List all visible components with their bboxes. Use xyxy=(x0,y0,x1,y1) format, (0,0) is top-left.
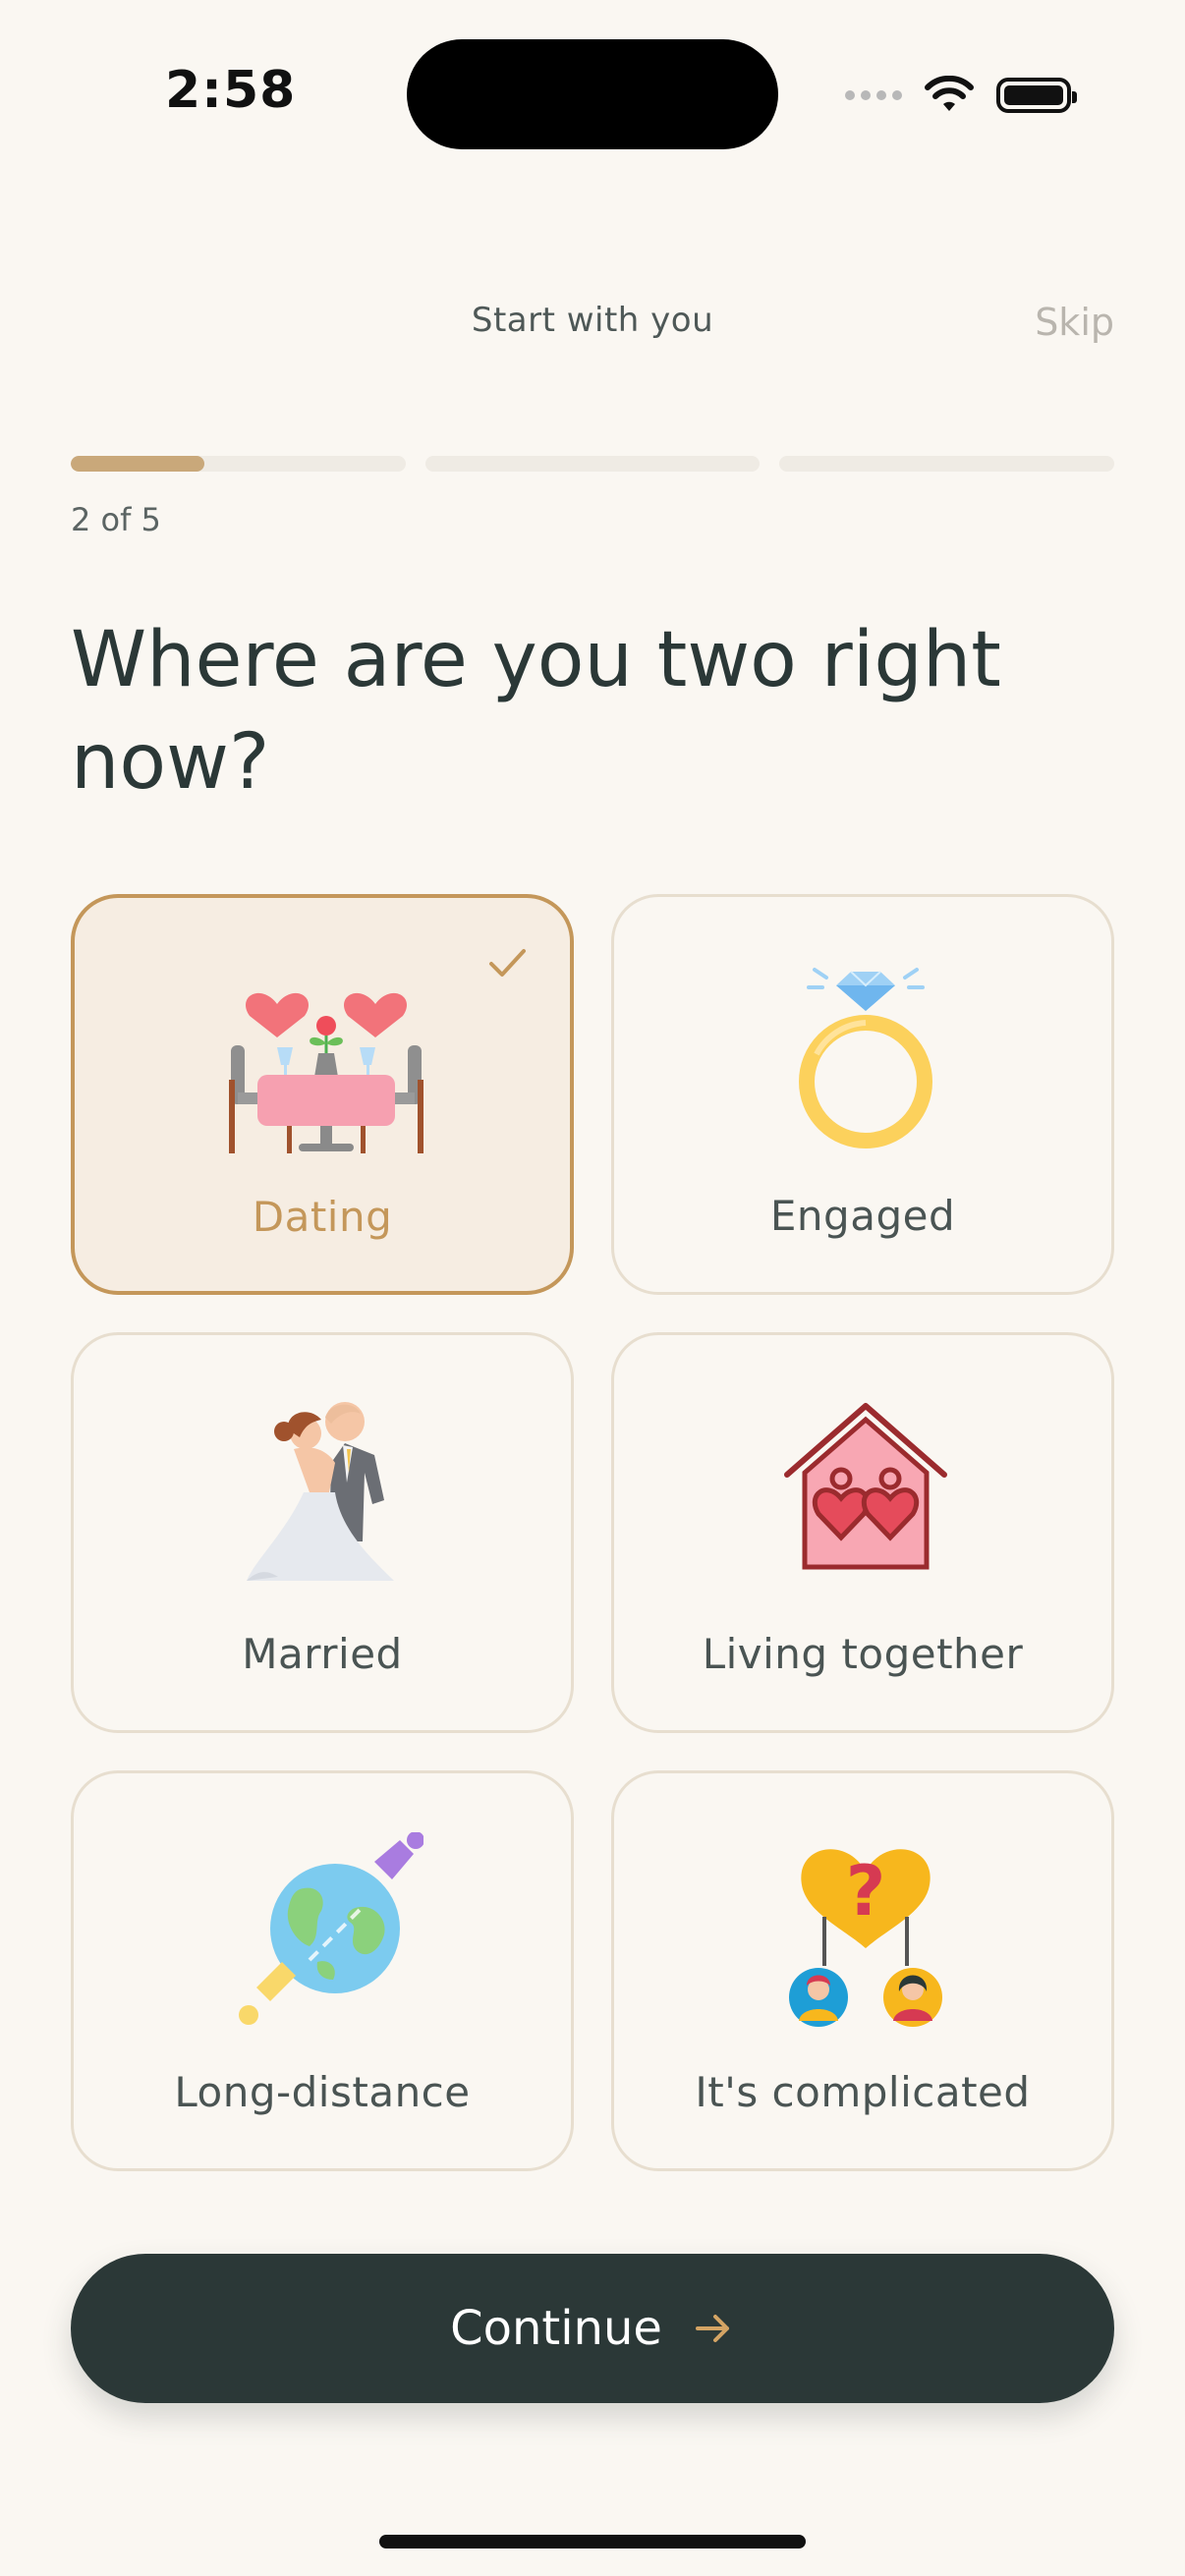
check-icon xyxy=(489,949,526,977)
continue-button[interactable]: Continue xyxy=(71,2254,1114,2403)
status-bar: 2:58 xyxy=(0,0,1185,187)
progress-bar xyxy=(71,456,1115,472)
option-label: Dating xyxy=(252,1193,393,1241)
option-label: Long-distance xyxy=(174,2068,471,2116)
dinner-date-icon xyxy=(229,992,423,1153)
option-card-married[interactable]: Married xyxy=(71,1332,574,1733)
option-card-its-complicated[interactable]: ? It's complicated xyxy=(611,1770,1114,2171)
home-indicator xyxy=(379,2535,806,2548)
progress-segment xyxy=(779,456,1115,472)
status-icons xyxy=(845,71,1077,120)
option-label: It's complicated xyxy=(695,2068,1031,2116)
question-heading: Where are you two right now? xyxy=(71,616,1001,807)
options-grid: Dating Engaged Married Living together L… xyxy=(71,894,1114,2171)
header-title: Start with you xyxy=(471,301,714,340)
dynamic-island xyxy=(407,39,778,149)
wedding-couple-icon xyxy=(247,1402,394,1581)
option-label: Married xyxy=(242,1630,403,1678)
status-time: 2:58 xyxy=(165,61,297,120)
option-card-long-distance[interactable]: Long-distance xyxy=(71,1770,574,2171)
diamond-ring-icon xyxy=(799,968,932,1148)
option-label: Living together xyxy=(702,1630,1024,1678)
skip-button[interactable]: Skip xyxy=(1035,301,1114,344)
house-hearts-icon xyxy=(784,1403,947,1570)
globe-plug-icon xyxy=(239,1832,423,2025)
arrow-right-icon xyxy=(695,2315,729,2342)
option-card-dating[interactable]: Dating xyxy=(71,894,574,1295)
option-card-living-together[interactable]: Living together xyxy=(611,1332,1114,1733)
battery-icon xyxy=(996,78,1077,113)
option-label: Engaged xyxy=(769,1192,956,1240)
progress-segment xyxy=(71,456,406,472)
svg-text:?: ? xyxy=(846,1851,886,1932)
wifi-icon xyxy=(925,76,974,111)
step-counter: 2 of 5 xyxy=(71,501,161,538)
progress-segment xyxy=(424,456,761,472)
option-card-engaged[interactable]: Engaged xyxy=(611,894,1114,1295)
question-heart-icon: ? xyxy=(789,1849,942,2027)
cellular-signal-icon xyxy=(845,90,902,100)
continue-label: Continue xyxy=(450,2301,662,2356)
